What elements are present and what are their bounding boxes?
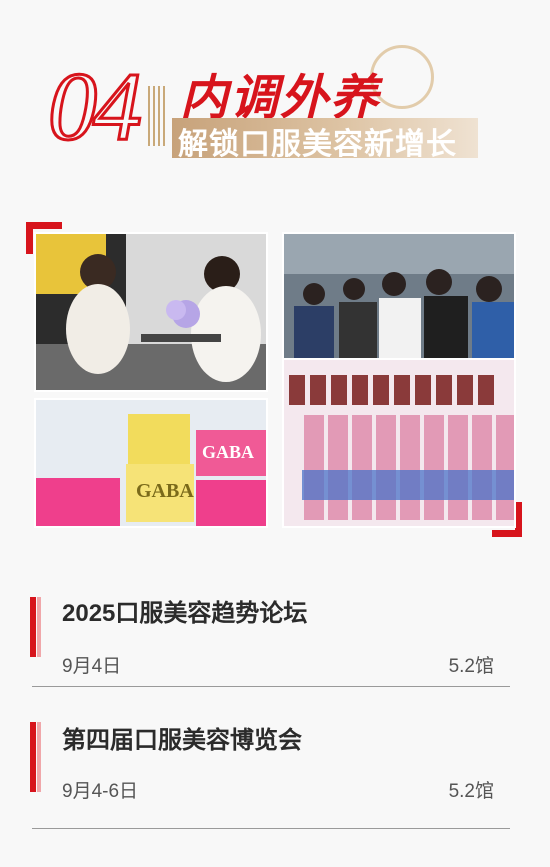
event-accent-bar-light xyxy=(37,722,41,792)
event-accent-bar-light xyxy=(37,597,41,657)
event-hall: 5.2馆 xyxy=(448,781,494,802)
event-date: 9月4日 xyxy=(62,656,122,677)
event-hall: 5.2馆 xyxy=(448,656,494,677)
bottles-photo xyxy=(282,358,516,528)
event-date: 9月4-6日 xyxy=(62,781,139,802)
divider xyxy=(32,686,510,687)
list-item: 2025口服美容趋势论坛 9月4日 5.2馆 xyxy=(0,575,550,690)
event-title: 2025口服美容趋势论坛 xyxy=(62,600,308,627)
photo-collage: GABA GABA xyxy=(0,220,550,540)
corner-frame-right xyxy=(515,502,522,537)
meeting-photo xyxy=(34,232,268,392)
brand-label: GABA xyxy=(136,480,194,502)
event-accent-bar xyxy=(30,597,36,657)
divider xyxy=(32,828,510,829)
brand-label-2: GABA xyxy=(202,442,255,462)
list-item: 第四届口服美容博览会 9月4-6日 5.2馆 xyxy=(0,700,550,830)
section-subtitle: 解锁口服美容新增长 xyxy=(178,128,457,161)
event-title: 第四届口服美容博览会 xyxy=(62,727,302,754)
decorative-stripes xyxy=(148,86,168,146)
section-number: 04 xyxy=(47,53,144,161)
gaba-products-photo: GABA GABA xyxy=(34,398,268,528)
event-accent-bar xyxy=(30,722,36,792)
corner-frame-left xyxy=(26,222,33,254)
section-header: 04 内调外养 解锁口服美容新增长 xyxy=(0,0,550,200)
